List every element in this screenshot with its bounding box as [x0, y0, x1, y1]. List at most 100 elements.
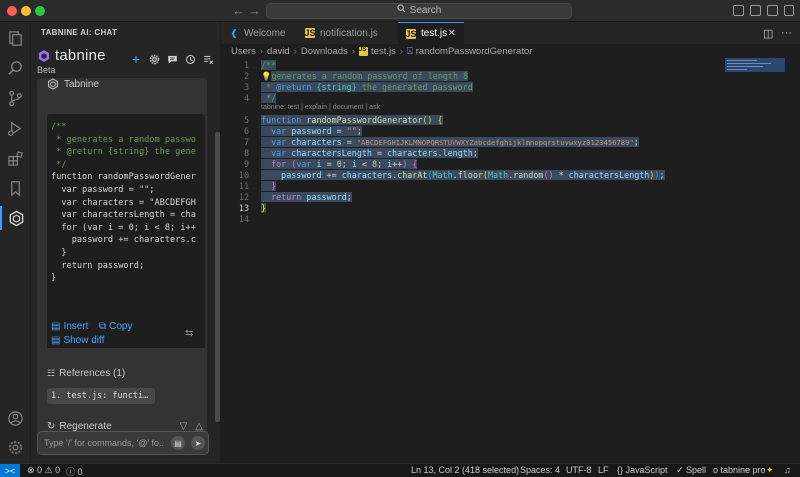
tabnine-status-icon[interactable]: ✦: [766, 465, 774, 476]
code-line: var charactersLength = cha: [51, 210, 196, 221]
source-control-icon[interactable]: [0, 86, 31, 110]
code-token: */: [261, 93, 277, 103]
panel-title: TABNINE AI: CHAT: [41, 28, 118, 37]
language-mode[interactable]: {} JavaScript: [617, 465, 668, 475]
tab-test-js[interactable]: JS test.js ✕: [398, 22, 464, 44]
javascript-file-icon: JS: [359, 47, 369, 56]
code-token: charactersLength: [291, 148, 372, 158]
tab-welcome[interactable]: ❰ Welcome: [221, 22, 296, 44]
toggle-secondary-sidebar-icon[interactable]: [767, 5, 778, 16]
reference-chip[interactable]: 1. test.js: functi…: [47, 388, 155, 404]
code-line-3: * @return {string} the generated passwor…: [261, 82, 473, 93]
attach-context-icon[interactable]: ▤: [171, 436, 185, 450]
code-token: characters: [387, 148, 438, 158]
references-header[interactable]: ☷ References (1): [47, 368, 125, 379]
show-diff-button[interactable]: ▤ Show diff: [51, 335, 104, 346]
more-actions-icon[interactable]: ···: [781, 27, 792, 39]
explorer-icon[interactable]: [0, 26, 31, 50]
code-token: characters: [341, 170, 393, 180]
list-clear-icon[interactable]: [202, 53, 214, 65]
settings-gear-icon[interactable]: [0, 435, 31, 459]
gear-icon[interactable]: [148, 53, 160, 65]
code-line-11: }: [261, 181, 277, 192]
maximize-window-button[interactable]: [35, 6, 45, 16]
tab-label: Welcome: [244, 27, 286, 39]
code-line: var password = "";: [51, 184, 155, 195]
status-bar: >< ⊗ 0 ⚠ 0 ⓘ 0 Ln 13, Col 2 (418 selecte…: [0, 463, 800, 477]
lightbulb-icon[interactable]: 💡: [261, 71, 271, 81]
line-number: 10: [238, 170, 249, 180]
breadcrumb-item[interactable]: Users: [231, 46, 256, 57]
line-ending[interactable]: LF: [598, 465, 609, 475]
show-diff-label: Show diff: [63, 335, 105, 346]
chevron-right-icon: ›: [351, 46, 356, 57]
close-window-button[interactable]: [7, 6, 17, 16]
chat-code-block[interactable]: /** * generates a random passwo * @retur…: [47, 114, 205, 332]
notifications-bell-icon[interactable]: ♫: [784, 465, 791, 475]
cursor-position[interactable]: Ln 13, Col 2 (418 selected): [411, 465, 519, 475]
code-line-12: return password;: [261, 192, 352, 203]
code-line-10: password += characters.charAt(Math.floor…: [261, 170, 665, 181]
indentation-spaces[interactable]: Spaces: 4: [520, 465, 560, 475]
toggle-sidebar-icon[interactable]: [733, 5, 744, 16]
code-token: var: [271, 126, 287, 136]
back-arrow-icon[interactable]: ←: [232, 3, 245, 18]
forward-arrow-icon[interactable]: →: [248, 3, 261, 18]
spell-check[interactable]: ✓ Spell: [676, 465, 706, 476]
line-number: 6: [243, 126, 249, 136]
toggle-panel-icon[interactable]: [750, 5, 761, 16]
code-line: }: [51, 273, 57, 284]
command-search-box[interactable]: Search: [266, 3, 572, 19]
chat-input-box: ▤ ➤: [37, 431, 209, 455]
customize-layout-icon[interactable]: [784, 5, 794, 16]
code-token: var: [271, 137, 287, 147]
chat-input[interactable]: [44, 436, 164, 450]
chevron-right-icon: ›: [259, 46, 263, 57]
tabnine-status[interactable]: o tabnine pro: [713, 465, 766, 475]
code-token: randomPasswordGenerator: [306, 115, 423, 125]
code-line-5: function randomPasswordGenerator() {: [261, 115, 443, 125]
close-tab-icon[interactable]: ✕: [448, 28, 456, 39]
copy-button[interactable]: ⧉ Copy: [99, 321, 133, 332]
bookmark-icon[interactable]: [0, 176, 31, 200]
wrap-toggle-icon[interactable]: ⇆: [185, 328, 193, 339]
send-icon[interactable]: ➤: [191, 436, 205, 450]
editor-vertical-scrollbar[interactable]: [791, 58, 797, 458]
remote-indicator-icon[interactable]: ><: [0, 464, 20, 477]
line-number: 7: [243, 137, 249, 147]
code-line: function randomPasswordGener: [51, 172, 196, 183]
extensions-icon[interactable]: [0, 146, 31, 170]
minimap[interactable]: [725, 58, 785, 72]
info-count[interactable]: ⓘ 0: [66, 465, 83, 477]
breadcrumb-item[interactable]: test.js: [371, 46, 396, 57]
tabnine-codelens[interactable]: tabnine: test | explain | document | ask: [261, 104, 380, 111]
code-line-9: for (var i = 0; i < 8; i++) {: [261, 159, 418, 170]
file-encoding[interactable]: UTF-8: [566, 465, 592, 475]
history-icon[interactable]: [184, 53, 196, 65]
search-icon[interactable]: [0, 56, 31, 80]
code-line: * generates a random passwo: [51, 134, 196, 145]
line-number: 1: [243, 60, 249, 70]
problems-count[interactable]: ⊗ 0 ⚠ 0: [27, 465, 60, 476]
line-number: 14: [238, 214, 249, 224]
chevron-right-icon: ›: [293, 46, 297, 57]
insert-button[interactable]: ▤ Insert: [51, 321, 88, 332]
tabnine-icon[interactable]: [0, 206, 31, 230]
insert-icon: ▤: [51, 321, 61, 332]
code-token: the generated password: [356, 82, 473, 92]
breadcrumb-item[interactable]: david: [267, 46, 290, 57]
new-chat-plus-icon[interactable]: +: [130, 51, 142, 67]
code-token: Math: [432, 170, 453, 180]
panel-scrollbar[interactable]: [215, 132, 220, 422]
run-debug-icon[interactable]: [0, 116, 31, 140]
account-icon[interactable]: [0, 406, 31, 430]
chat-bubble-icon[interactable]: [166, 53, 178, 65]
code-token: characters: [291, 137, 342, 147]
line-number: 3: [243, 82, 249, 92]
breadcrumb-item[interactable]: Downloads: [301, 46, 348, 57]
javascript-file-icon: JS: [304, 28, 316, 38]
tab-notification-js[interactable]: JS notification.js: [297, 22, 397, 44]
minimize-window-button[interactable]: [21, 6, 31, 16]
split-editor-icon[interactable]: ◫: [763, 27, 773, 40]
breadcrumb-item[interactable]: randomPasswordGenerator: [416, 46, 533, 57]
